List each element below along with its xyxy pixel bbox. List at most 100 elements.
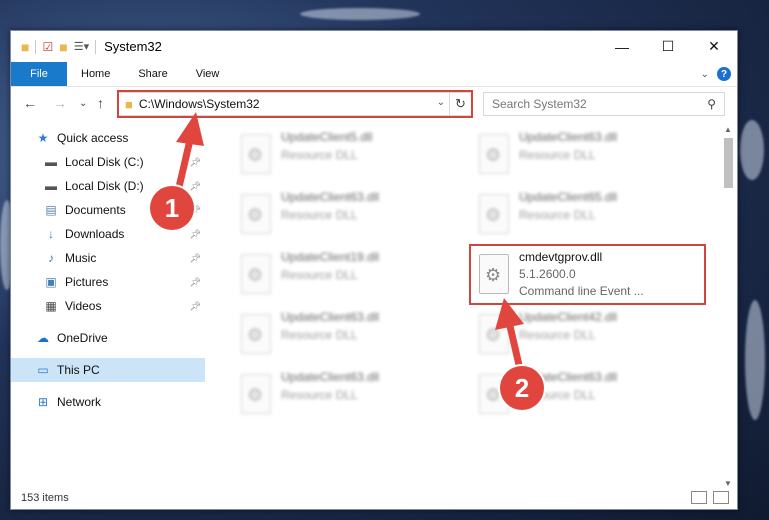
list-item[interactable]: ⚙ UpdateClient63.dll Resource DLL	[235, 368, 465, 424]
navigation-pane: ★ Quick access ▬ Local Disk (C:) 📌︎ ▬ Lo…	[11, 120, 205, 490]
pin-icon: 📌︎	[189, 276, 201, 287]
address-highlight-box	[117, 90, 473, 118]
large-icons-view-icon[interactable]	[713, 491, 729, 504]
sidebar-item-label: Local Disk (C:)	[65, 155, 144, 169]
window-title: System32	[104, 39, 162, 54]
step-one-callout: 1	[150, 186, 194, 230]
folder-icon: ■	[21, 38, 30, 55]
file-type: Resource DLL	[519, 148, 596, 162]
sidebar-item-network[interactable]: ⊞ Network	[11, 390, 205, 414]
sidebar-item-label: Videos	[65, 299, 102, 313]
properties-icon[interactable]: ☑	[42, 40, 53, 54]
pin-icon: 📌︎	[189, 300, 201, 311]
sidebar-item-label: OneDrive	[57, 331, 108, 345]
search-icon[interactable]: ⚲	[707, 97, 716, 111]
videos-icon: ▦	[45, 299, 57, 313]
back-arrow-icon[interactable]: ←	[23, 95, 37, 111]
dll-file-icon: ⚙	[241, 314, 271, 354]
file-type: Resource DLL	[519, 208, 596, 222]
customize-qat-icon[interactable]: ☰▾	[74, 40, 89, 53]
tab-share[interactable]: Share	[124, 68, 181, 80]
file-type: Resource DLL	[281, 208, 358, 222]
dll-file-icon: ⚙	[479, 194, 509, 234]
sidebar-item-label: Local Disk (D:)	[65, 179, 144, 193]
list-item[interactable]: ⚙ UpdateClient63.dll Resource DLL	[473, 128, 703, 184]
documents-icon: ▤	[45, 203, 57, 217]
dll-file-icon: ⚙	[479, 134, 509, 174]
sidebar-item-label: Quick access	[57, 131, 129, 145]
maximize-button[interactable]: ☐	[645, 31, 691, 62]
up-arrow-icon[interactable]: ↑	[97, 95, 104, 111]
file-type: Resource DLL	[281, 268, 358, 282]
sidebar-item-music[interactable]: ♪ Music 📌︎	[11, 246, 205, 270]
new-folder-icon[interactable]: ■	[59, 39, 67, 55]
toolbar-divider	[35, 39, 37, 54]
recent-locations-icon[interactable]: ⌄	[79, 98, 87, 109]
pin-icon: 📌︎	[189, 156, 201, 167]
item-count: 153 items	[21, 492, 69, 504]
details-view-icon[interactable]	[691, 491, 707, 504]
dll-file-icon: ⚙	[241, 254, 271, 294]
sidebar-item-pictures[interactable]: ▣ Pictures 📌︎	[11, 270, 205, 294]
file-name: UpdateClient5.dll	[281, 130, 373, 144]
gear-icon: ⚙	[247, 205, 264, 225]
list-item[interactable]: ⚙ UpdateClient5.dll Resource DLL	[235, 128, 465, 184]
gear-icon: ⚙	[485, 145, 502, 165]
tab-file[interactable]: File	[11, 62, 67, 86]
drive-icon: ▬	[45, 179, 57, 193]
gear-icon: ⚙	[247, 385, 264, 405]
pin-icon: 📌︎	[189, 180, 201, 191]
sidebar-item-label: Documents	[65, 203, 126, 217]
vertical-scrollbar[interactable]: ▲ ▼	[721, 122, 735, 490]
list-item[interactable]: ⚙ UpdateClient63.dll Resource DLL	[235, 188, 465, 244]
list-item[interactable]: ⚙ UpdateClient63.dll Resource DLL	[235, 308, 465, 364]
sidebar-item-label: Music	[65, 251, 97, 265]
status-bar: 153 items	[11, 487, 737, 509]
ribbon-right: ⌄ ?	[701, 67, 731, 81]
navigation-bar: ← → ⌄ ↑ ■ C:\Windows\System32 ⌄ ↻ Search…	[11, 86, 737, 120]
file-name: UpdateClient42.dll	[519, 310, 618, 324]
list-item[interactable]: ⚙ UpdateClient42.dll Resource DLL	[473, 308, 703, 364]
gear-icon: ⚙	[247, 145, 264, 165]
gear-icon: ⚙	[247, 265, 264, 285]
sidebar-item-local-disk-c[interactable]: ▬ Local Disk (C:) 📌︎	[11, 150, 205, 174]
step-two-callout: 2	[500, 366, 544, 410]
sidebar-item-label: Network	[57, 395, 102, 409]
expand-ribbon-icon[interactable]: ⌄	[701, 69, 709, 80]
sidebar-item-this-pc[interactable]: ▭ This PC	[11, 358, 205, 382]
gear-icon: ⚙	[485, 205, 502, 225]
network-icon: ⊞	[37, 395, 49, 409]
star-icon: ★	[37, 131, 49, 145]
tab-view[interactable]: View	[182, 68, 234, 80]
list-item[interactable]: ⚙ UpdateClient19.dll Resource DLL	[235, 248, 465, 304]
file-name: UpdateClient65.dll	[519, 190, 618, 204]
close-button[interactable]: ✕	[691, 31, 737, 62]
sidebar-item-onedrive[interactable]: ☁ OneDrive	[11, 326, 205, 350]
file-type: Resource DLL	[519, 328, 596, 342]
sidebar-item-label: Pictures	[65, 275, 109, 289]
list-item[interactable]: ⚙ UpdateClient65.dll Resource DLL	[473, 188, 703, 244]
file-list: ⚙ UpdateClient5.dll Resource DLL ⚙ Updat…	[211, 120, 721, 490]
file-type: Resource DLL	[281, 388, 358, 402]
onedrive-icon: ☁	[37, 331, 49, 345]
window-controls: — ☐ ✕	[599, 31, 737, 62]
scrollbar-thumb[interactable]	[724, 138, 733, 188]
music-icon: ♪	[48, 251, 54, 265]
sidebar-item-quick-access[interactable]: ★ Quick access	[11, 126, 205, 150]
forward-arrow-icon[interactable]: →	[53, 95, 67, 111]
dll-file-icon: ⚙	[241, 194, 271, 234]
scroll-up-icon[interactable]: ▲	[721, 122, 735, 136]
dll-file-icon: ⚙	[479, 314, 509, 354]
pin-icon: 📌︎	[189, 252, 201, 263]
dll-file-icon: ⚙	[241, 374, 271, 414]
help-icon[interactable]: ?	[717, 67, 731, 81]
tab-home[interactable]: Home	[67, 68, 124, 80]
file-highlight-box	[469, 244, 706, 305]
pin-icon: 📌︎	[189, 228, 201, 239]
minimize-button[interactable]: —	[599, 31, 645, 62]
sidebar-item-videos[interactable]: ▦ Videos 📌︎	[11, 294, 205, 318]
search-input[interactable]: Search System32 ⚲	[483, 92, 725, 116]
pictures-icon: ▣	[45, 275, 57, 289]
sidebar-item-label: This PC	[57, 363, 100, 377]
file-type: Resource DLL	[281, 328, 358, 342]
